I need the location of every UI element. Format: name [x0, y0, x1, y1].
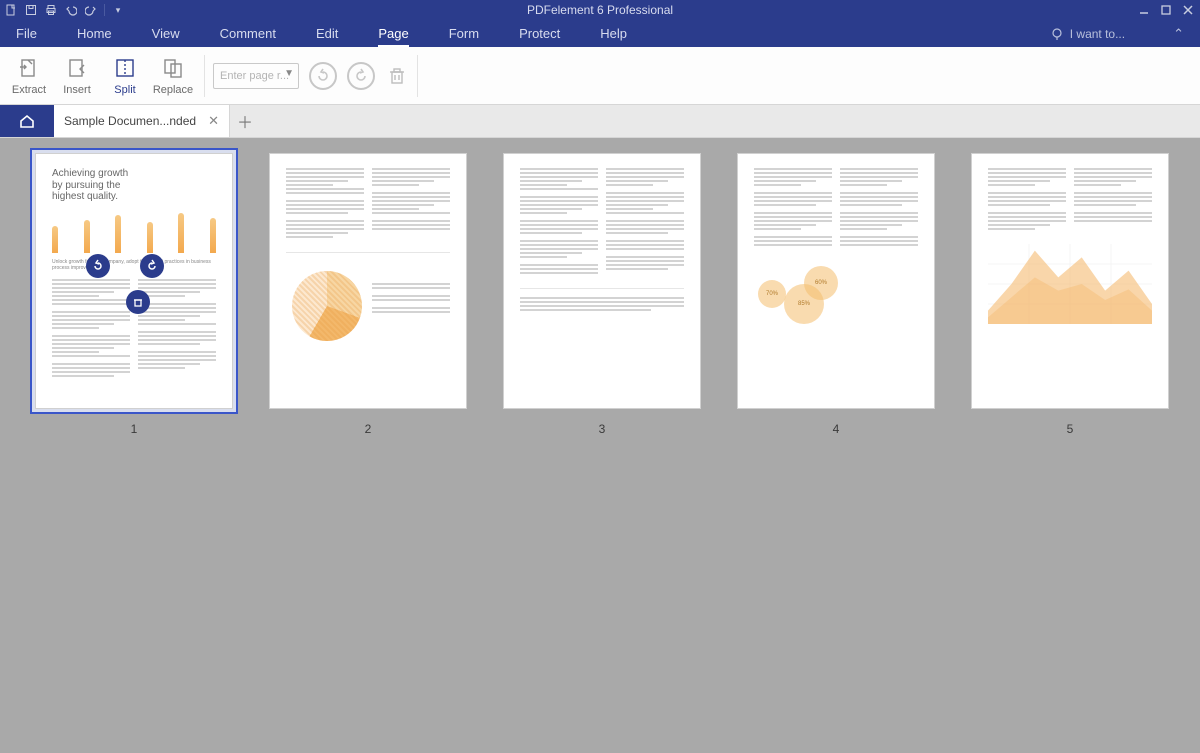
page-thumb-5[interactable]: 5 — [966, 148, 1174, 436]
menu-page[interactable]: Page — [378, 26, 408, 41]
ribbon-separator — [204, 55, 205, 97]
ribbon-collapse-icon[interactable]: ⌃ — [1173, 26, 1184, 42]
tool-replace-label: Replace — [153, 84, 193, 96]
add-tab-button[interactable]: ＋ — [230, 105, 260, 137]
page-preview-5 — [971, 153, 1169, 409]
document-tab-title: Sample Documen...nded — [64, 114, 196, 128]
page-thumb-4[interactable]: 70% 60% 85% 4 — [732, 148, 940, 436]
page-delete-overlay[interactable] — [126, 290, 150, 314]
page-rotate-ccw-overlay[interactable] — [86, 254, 110, 278]
page1-title: Achieving growth by pursuing the highest… — [52, 168, 216, 203]
close-button[interactable] — [1180, 2, 1196, 18]
rotate-cw-button[interactable] — [347, 62, 375, 90]
save-icon[interactable] — [24, 3, 38, 17]
page-ribbon: Extract Insert Split Replace Enter page … — [0, 47, 1200, 105]
page-number-1: 1 — [131, 422, 138, 436]
qat-separator — [104, 4, 105, 16]
page-range-input[interactable]: Enter page r... ▼ — [213, 63, 299, 89]
i-want-to-button[interactable]: I want to... — [1050, 27, 1125, 41]
page-thumb-2[interactable]: 2 — [264, 148, 472, 436]
tool-insert[interactable]: Insert — [54, 50, 100, 102]
qat-dropdown-icon[interactable]: ▾ — [111, 3, 125, 17]
title-bar: ▾ PDFelement 6 Professional — [0, 0, 1200, 20]
menu-file[interactable]: File — [16, 26, 37, 41]
menu-protect[interactable]: Protect — [519, 26, 560, 41]
tool-insert-label: Insert — [63, 84, 91, 96]
menu-edit[interactable]: Edit — [316, 26, 338, 41]
tool-extract-label: Extract — [12, 84, 46, 96]
replace-icon — [161, 56, 185, 80]
home-tab-button[interactable] — [0, 105, 54, 137]
rotate-ccw-button[interactable] — [309, 62, 337, 90]
document-tab[interactable]: Sample Documen...nded ✕ — [54, 105, 230, 137]
menu-comment[interactable]: Comment — [220, 26, 276, 41]
i-want-to-label: I want to... — [1070, 27, 1125, 41]
page-number-5: 5 — [1067, 422, 1074, 436]
delete-page-button[interactable] — [385, 64, 409, 88]
page4-bubble-chart: 70% 60% 85% — [754, 266, 918, 316]
menu-help[interactable]: Help — [600, 26, 627, 41]
page-range-dropdown-icon[interactable]: ▼ — [284, 68, 294, 79]
page-thumb-3[interactable]: 3 — [498, 148, 706, 436]
page2-pie-chart — [292, 271, 362, 341]
extract-icon — [17, 56, 41, 80]
page-range-placeholder: Enter page r... — [220, 70, 289, 82]
app-title: PDFelement 6 Professional — [527, 3, 673, 17]
tool-split-label: Split — [114, 84, 135, 96]
minimize-button[interactable] — [1136, 2, 1152, 18]
lightbulb-icon — [1050, 27, 1064, 41]
page-number-4: 4 — [833, 422, 840, 436]
menu-view[interactable]: View — [152, 26, 180, 41]
home-icon — [18, 112, 36, 130]
page-preview-1: Achieving growth by pursuing the highest… — [35, 153, 233, 409]
rotate-cw-icon — [353, 68, 369, 84]
ribbon-separator-2 — [417, 55, 418, 97]
page-number-2: 2 — [365, 422, 372, 436]
split-icon — [113, 56, 137, 80]
page-preview-4: 70% 60% 85% — [737, 153, 935, 409]
undo-icon[interactable] — [64, 3, 78, 17]
document-tab-close-icon[interactable]: ✕ — [208, 113, 219, 129]
print-icon[interactable] — [44, 3, 58, 17]
new-file-icon[interactable] — [4, 3, 18, 17]
page-number-3: 3 — [599, 422, 606, 436]
menu-form[interactable]: Form — [449, 26, 479, 41]
redo-icon[interactable] — [84, 3, 98, 17]
page-rotate-cw-overlay[interactable] — [140, 254, 164, 278]
insert-icon — [65, 56, 89, 80]
page-thumbnail-workspace: Achieving growth by pursuing the highest… — [0, 138, 1200, 753]
rotate-ccw-icon — [315, 68, 331, 84]
menu-bar: File Home View Comment Edit Page Form Pr… — [0, 20, 1200, 47]
maximize-button[interactable] — [1158, 2, 1174, 18]
tool-replace[interactable]: Replace — [150, 50, 196, 102]
page-preview-3 — [503, 153, 701, 409]
page-preview-2 — [269, 153, 467, 409]
window-controls — [1136, 2, 1196, 18]
page1-bar-illustration — [52, 209, 216, 253]
tool-split[interactable]: Split — [102, 50, 148, 102]
menu-home[interactable]: Home — [77, 26, 112, 41]
document-tab-strip: Sample Documen...nded ✕ ＋ — [0, 105, 1200, 138]
page-thumb-1[interactable]: Achieving growth by pursuing the highest… — [30, 148, 238, 436]
quick-access-toolbar: ▾ — [4, 3, 125, 17]
trash-icon — [388, 67, 406, 85]
page-range-group: Enter page r... ▼ — [213, 62, 409, 90]
page5-area-chart — [988, 244, 1152, 324]
tool-extract[interactable]: Extract — [6, 50, 52, 102]
